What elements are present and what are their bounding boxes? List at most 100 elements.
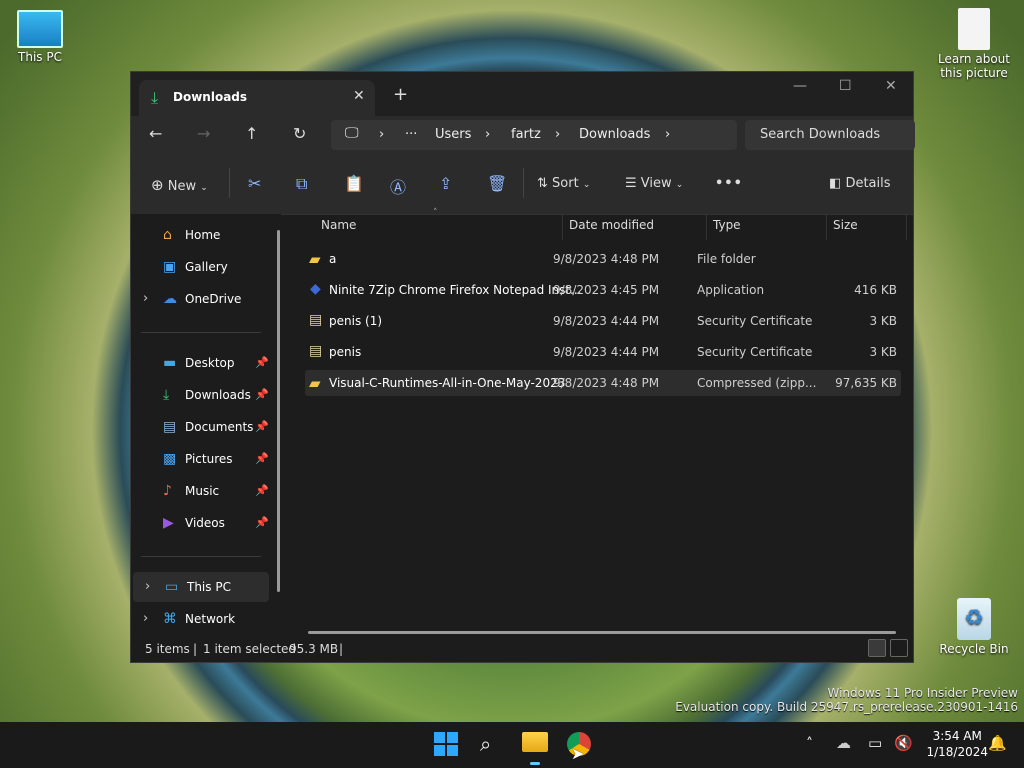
file-size: 3 KB (869, 345, 897, 359)
new-button[interactable]: ⊕ New ⌄ (151, 176, 208, 194)
table-row[interactable]: ▤ penis (1) 9/8/2023 4:44 PM Security Ce… (305, 308, 901, 334)
divider (141, 556, 261, 557)
chevron-right-icon: › (485, 127, 491, 142)
nav-scrollbar[interactable] (277, 230, 280, 592)
search-icon[interactable]: ⌕ (480, 732, 491, 756)
command-bar: ⊕ New ⌄ ✂ ⧉ 📋 Ⓐ ⇪ 🗑 ⇅ Sort ⌄ ☰ View ⌄ ••… (131, 154, 913, 215)
file-date: 9/8/2023 4:48 PM (553, 252, 660, 266)
nav-item-music[interactable]: ♪ Music 📌 (131, 476, 271, 506)
network-icon[interactable]: ▭ (868, 734, 882, 752)
column-header-date[interactable]: Date modified (569, 218, 654, 240)
onedrive-offline-icon[interactable]: ☁ (836, 734, 851, 752)
up-button[interactable]: ↑ (245, 124, 258, 143)
share-icon[interactable]: ⇪ (439, 174, 452, 193)
desktop-icon-learn-picture[interactable]: Learn about this picture (934, 8, 1014, 80)
file-list: Name ˄ Date modified Type Size ▰ a 9/8/2… (289, 208, 907, 634)
nav-item-pictures[interactable]: ▩ Pictures 📌 (131, 444, 271, 474)
new-tab-button[interactable]: + (393, 84, 408, 105)
details-button[interactable]: ◧ Details (829, 176, 891, 191)
search-box[interactable]: Search Downloads (745, 120, 915, 150)
view-label: View (640, 176, 672, 191)
nav-label: Documents (185, 420, 254, 434)
nav-item-documents[interactable]: ▤ Documents 📌 (131, 412, 271, 442)
divider (523, 168, 524, 198)
column-header-name[interactable]: Name (321, 218, 356, 240)
nav-item-desktop[interactable]: ▬ Desktop 📌 (131, 348, 271, 378)
minimize-button[interactable]: — (793, 78, 807, 94)
column-header-size[interactable]: Size (833, 218, 858, 240)
document-icon (958, 8, 990, 50)
delete-icon[interactable]: 🗑 (487, 174, 507, 193)
nav-item-this-pc[interactable]: › ▭ This PC (133, 572, 269, 602)
pin-icon: 📌 (255, 484, 269, 497)
desktop-icon-recycle-bin[interactable]: ♻ Recycle Bin (934, 598, 1014, 656)
nav-item-gallery[interactable]: ▣ Gallery (131, 252, 271, 282)
nav-item-home[interactable]: ⌂ Home (131, 220, 271, 250)
breadcrumb-fartz[interactable]: fartz (511, 127, 541, 142)
breadcrumb-downloads[interactable]: Downloads (579, 127, 650, 142)
table-row[interactable]: ▰ Visual-C-Runtimes-All-in-One-May-2023 … (305, 370, 901, 396)
file-type: Security Certificate (697, 314, 813, 328)
file-type: File folder (697, 252, 756, 266)
address-bar[interactable]: 🖵 › ··· Users › fartz › Downloads › (331, 120, 737, 150)
file-explorer-taskbar-icon[interactable] (522, 732, 548, 752)
forward-button[interactable]: → (197, 124, 210, 143)
download-icon: ⤓ (163, 387, 170, 403)
column-divider[interactable] (706, 214, 707, 240)
download-icon: ⤓ (151, 88, 159, 107)
column-header-type[interactable]: Type (713, 218, 741, 240)
table-row[interactable]: ▤ penis 9/8/2023 4:44 PM Security Certif… (305, 339, 901, 365)
table-row[interactable]: ▰ a 9/8/2023 4:48 PM File folder (305, 246, 901, 272)
music-icon: ♪ (163, 483, 172, 499)
chevron-right-icon[interactable]: › (145, 579, 150, 594)
desktop-folder-icon: ▬ (163, 355, 177, 371)
new-label: New (167, 179, 197, 194)
paste-icon[interactable]: 📋 (344, 174, 364, 193)
more-options-button[interactable]: ••• (715, 176, 743, 191)
cut-icon[interactable]: ✂ (248, 174, 261, 193)
pin-icon: 📌 (255, 388, 269, 401)
application-icon: ◆ (310, 281, 321, 297)
column-divider[interactable] (906, 214, 907, 240)
navigation-pane: ⌂ Home ▣ Gallery › ☁ OneDrive ▬ Desktop … (131, 214, 281, 634)
table-row[interactable]: ◆ Ninite 7Zip Chrome Firefox Notepad Ins… (305, 277, 901, 303)
nav-item-onedrive[interactable]: › ☁ OneDrive (131, 284, 271, 314)
copy-icon[interactable]: ⧉ (296, 174, 307, 194)
nav-item-downloads[interactable]: ⤓ Downloads 📌 (131, 380, 271, 410)
breadcrumb-ellipsis[interactable]: ··· (405, 127, 417, 142)
tab-downloads[interactable]: ⤓ Downloads ✕ (139, 80, 375, 116)
view-button[interactable]: ☰ View ⌄ (625, 176, 683, 191)
volume-muted-icon[interactable]: 🔇 (894, 734, 913, 752)
system-clock[interactable]: 3:54 AM 1/18/2024 (926, 728, 988, 760)
desktop-icon-this-pc[interactable]: This PC (0, 10, 80, 64)
chevron-right-icon[interactable]: › (143, 611, 148, 626)
notification-bell-icon[interactable]: 🔔 (988, 734, 1007, 752)
chevron-right-icon[interactable]: › (143, 291, 148, 306)
nav-label: Home (185, 228, 221, 242)
back-button[interactable]: ← (149, 124, 162, 143)
plus-circle-icon: ⊕ (151, 176, 164, 194)
refresh-button[interactable]: ↻ (293, 124, 306, 143)
nav-item-videos[interactable]: ▶ Videos 📌 (131, 508, 271, 538)
start-button[interactable] (434, 732, 458, 756)
home-icon: ⌂ (163, 227, 172, 243)
rename-icon[interactable]: Ⓐ (390, 174, 406, 198)
sort-button[interactable]: ⇅ Sort ⌄ (537, 176, 590, 191)
close-window-button[interactable]: ✕ (885, 78, 897, 94)
chevron-right-icon: › (379, 127, 385, 142)
column-divider[interactable] (562, 214, 563, 240)
breadcrumb-users[interactable]: Users (435, 127, 471, 142)
close-tab-icon[interactable]: ✕ (353, 88, 365, 104)
maximize-button[interactable]: ☐ (839, 78, 852, 94)
nav-label: Gallery (185, 260, 228, 274)
windows-logo-tile (434, 745, 445, 756)
details-view-button[interactable] (868, 639, 886, 657)
chevron-up-icon[interactable]: ˄ (806, 736, 813, 752)
clock-time: 3:54 AM (932, 729, 982, 743)
tiles-view-button[interactable] (890, 639, 908, 657)
gallery-icon: ▣ (163, 259, 177, 275)
file-name: Visual-C-Runtimes-All-in-One-May-2023 (329, 376, 566, 390)
column-divider[interactable] (826, 214, 827, 240)
nav-item-network[interactable]: › ⌘ Network (131, 604, 271, 634)
status-divider: | (193, 642, 198, 656)
